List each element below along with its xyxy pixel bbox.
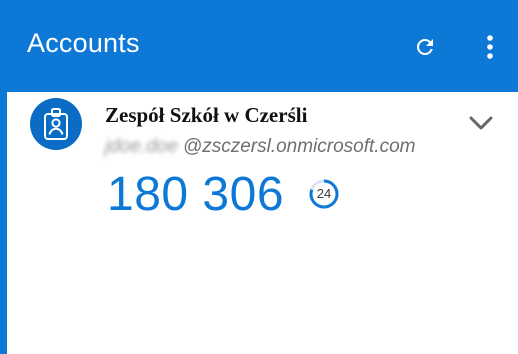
work-badge-icon — [44, 108, 68, 140]
timer-seconds: 24 — [316, 186, 332, 201]
refresh-icon — [417, 39, 433, 55]
code-row: 180 306 24 — [107, 164, 340, 224]
app-bar: Accounts — [0, 0, 518, 92]
email-username-redacted: jdoe.doe — [105, 136, 178, 157]
refresh-button[interactable] — [405, 27, 445, 67]
account-avatar — [30, 98, 82, 150]
chevron-down-icon — [469, 116, 493, 130]
account-card[interactable]: Zespół Szkół w Czerśli jdoe.doe @zsczersl… — [7, 92, 518, 354]
account-email: jdoe.doe @zsczersl.onmicrosoft.com — [105, 136, 415, 158]
one-time-code[interactable]: 180 306 — [107, 167, 284, 222]
countdown-timer: 24 — [308, 178, 340, 210]
account-name: Zespół Szkół w Czerśli — [105, 103, 308, 127]
more-vertical-icon — [487, 35, 493, 59]
page-title: Accounts — [27, 28, 140, 58]
email-domain: @zsczersl.onmicrosoft.com — [182, 136, 416, 157]
selected-accent-bar — [0, 92, 7, 354]
expand-account-button[interactable] — [466, 108, 496, 138]
more-options-button[interactable] — [475, 27, 505, 67]
